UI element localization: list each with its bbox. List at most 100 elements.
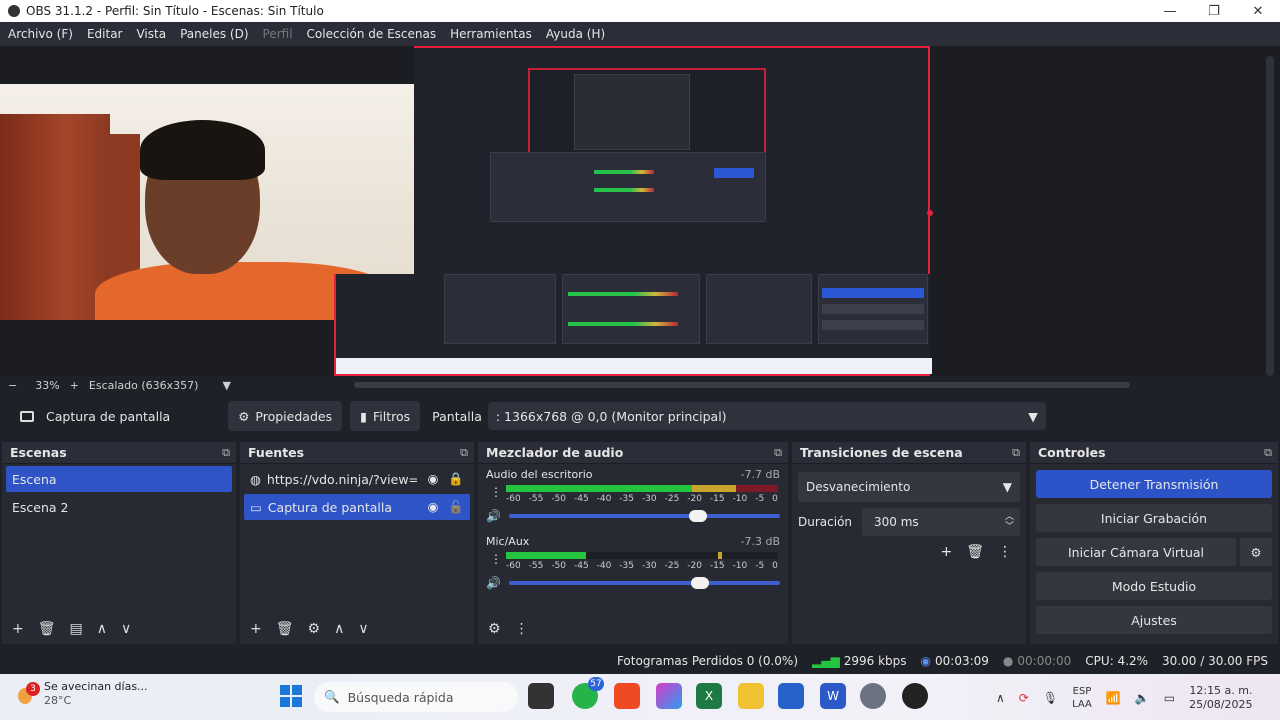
scene-item[interactable]: Escena [6,466,232,492]
close-button[interactable]: ✕ [1236,4,1280,19]
menu-edit[interactable]: Editar [87,27,123,41]
arrow-down-icon[interactable]: ∨ [121,621,131,637]
undock-icon[interactable]: ⧉ [460,446,468,460]
more-options-icon[interactable]: ⋮ [490,552,502,566]
add-icon[interactable]: + [250,621,262,637]
source-item[interactable]: ◍https://vdo.ninja/?view=2v ◉🔒 [244,466,470,492]
start-virtual-camera-button[interactable]: Iniciar Cámara Virtual [1036,538,1236,566]
maximize-button[interactable]: ❐ [1192,4,1236,19]
title-bar: OBS 31.1.2 - Perfil: Sin Título - Escena… [0,0,1280,22]
settings-icon[interactable] [860,683,886,709]
trash-icon[interactable]: 🗑 [966,544,984,560]
preview-canvas[interactable] [0,46,1280,376]
excel-icon[interactable]: X [696,683,722,709]
resize-handle[interactable] [927,210,933,216]
dropped-frames: Fotogramas Perdidos 0 (0.0%) [616,654,799,668]
minimize-button[interactable]: — [1148,4,1192,19]
source-toolbar: Captura de pantalla ⚙ Propiedades ▮ Filt… [0,398,1280,434]
sync-icon[interactable]: ⟳ [1019,691,1029,705]
task-view-icon[interactable] [528,683,554,709]
display-select[interactable]: : 1366x768 @ 0,0 (Monitor principal) ▼ [487,402,1046,430]
speaker-icon[interactable]: 🔊 [486,509,501,523]
trash-icon[interactable]: 🗑 [38,621,56,637]
word-icon[interactable]: W [820,683,846,709]
chevron-down-icon: ▼ [1002,480,1012,494]
clock[interactable]: 12:15 a. m. 25/08/2025 [1189,684,1252,712]
eye-icon[interactable]: ◉ [428,471,439,487]
start-button[interactable] [280,685,302,707]
menu-tools[interactable]: Herramientas [450,27,532,41]
preview-horizontal-scrollbar[interactable] [354,382,1130,388]
settings-button[interactable]: Ajustes [1036,606,1272,634]
mixer-title: Mezclador de audio [486,445,624,460]
volume-slider[interactable] [508,510,780,522]
bitrate: 2996 kbps [843,654,907,668]
store-icon[interactable] [778,683,804,709]
undock-icon[interactable]: ⧉ [1012,446,1020,460]
filter-icon[interactable]: ▤ [70,621,83,637]
menu-help[interactable]: Ayuda (H) [546,27,605,41]
arrow-up-icon[interactable]: ∧ [334,621,344,637]
undock-icon[interactable]: ⧉ [1264,446,1272,460]
filters-button[interactable]: ▮ Filtros [350,401,421,431]
zoom-out-button[interactable]: − [8,379,17,392]
wifi-icon[interactable]: 📶 [1106,691,1121,705]
obs-icon[interactable] [902,683,928,709]
volume-slider-knob[interactable] [688,510,707,522]
menu-file[interactable]: Archivo (F) [8,27,73,41]
microphone-icon[interactable]: 🎙 [1043,691,1058,705]
sources-title: Fuentes [248,445,305,460]
preview-vertical-scrollbar[interactable] [1266,56,1274,376]
eye-icon[interactable]: ◉ [428,499,439,515]
duration-stepper[interactable]: 300 ms ︿ ﹀ [862,508,1020,536]
monitor-icon [20,410,34,422]
more-options-icon[interactable]: ⋮ [998,544,1012,560]
menu-profile[interactable]: Perfil [263,27,293,41]
volume-slider-knob[interactable] [690,577,709,589]
add-icon[interactable]: + [940,544,952,560]
language-indicator[interactable]: ESP LAA [1072,685,1092,711]
weather-widget[interactable]: 3 Se avecinan días... 28°C [16,680,148,708]
undock-icon[interactable]: ⧉ [222,446,230,460]
menu-scene-collection[interactable]: Colección de Escenas [307,27,437,41]
virtual-camera-settings-button[interactable]: ⚙ [1240,538,1272,566]
gear-icon[interactable]: ⚙ [308,621,321,637]
brave-browser-icon[interactable] [614,683,640,709]
source-item[interactable]: ▭ Captura de pantalla ◉ 🔓 [244,494,470,520]
speaker-icon[interactable]: 🔊 [486,576,501,590]
more-options-icon[interactable]: ⋮ [515,621,529,637]
undock-icon[interactable]: ⧉ [774,446,782,460]
start-recording-button[interactable]: Iniciar Grabación [1036,504,1272,532]
menu-bar: Archivo (F) Editar Vista Paneles (D) Per… [0,22,1280,46]
studio-mode-button[interactable]: Modo Estudio [1036,572,1272,600]
transition-select[interactable]: Desvanecimiento ▼ [798,472,1020,502]
scene-item[interactable]: Escena 2 [6,494,232,520]
stop-streaming-button[interactable]: Detener Transmisión [1036,470,1272,498]
trash-icon[interactable]: 🗑 [276,621,294,637]
file-explorer-icon[interactable] [738,683,764,709]
whatsapp-icon[interactable]: 57 [572,677,604,709]
properties-button[interactable]: ⚙ Propiedades [228,401,343,431]
scenes-dock: Escenas ⧉ Escena Escena 2 + 🗑 ▤ ∧ ∨ [2,442,236,644]
volume-icon[interactable]: 🔈 [1135,691,1150,705]
monitor-icon: ▭ [250,499,262,515]
chevron-up-icon[interactable]: ∧ [996,691,1005,705]
add-icon[interactable]: + [12,621,24,637]
volume-slider[interactable] [508,577,780,589]
copilot-icon[interactable] [656,683,682,709]
battery-icon[interactable]: ▭ [1164,691,1175,705]
search-box[interactable]: 🔍 Búsqueda rápida [314,682,518,712]
lock-icon[interactable]: 🔒 [448,471,464,487]
arrow-down-icon[interactable]: ∨ [358,621,368,637]
menu-view[interactable]: Vista [136,27,166,41]
zoom-in-button[interactable]: + [70,379,79,392]
more-options-icon[interactable]: ⋮ [490,485,502,499]
scaling-dropdown-icon[interactable]: ▼ [222,379,230,392]
window-title: OBS 31.1.2 - Perfil: Sin Título - Escena… [26,4,324,18]
stepper-arrows-icon[interactable]: ︿ ﹀ [1005,512,1014,532]
windows-taskbar: 3 Se avecinan días... 28°C 🔍 Búsqueda rá… [0,674,1280,720]
unlock-icon[interactable]: 🔓 [448,499,464,515]
advanced-audio-icon[interactable]: ⚙ [488,621,501,637]
arrow-up-icon[interactable]: ∧ [97,621,107,637]
menu-docks[interactable]: Paneles (D) [180,27,248,41]
